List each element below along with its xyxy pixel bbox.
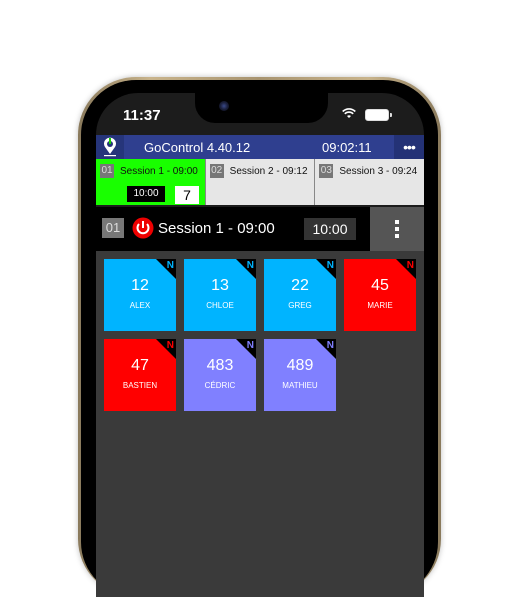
status-badge: N [406,260,414,271]
tab-label: Session 3 - 09:24 [339,166,418,177]
participant-number: 483 [206,357,234,374]
participant-name: MATHIEU [282,381,318,390]
camera-icon [219,101,229,111]
power-icon[interactable] [132,217,154,239]
phone-screen: 11:37 GoControl 4.40.12 09:02:11 ••• 01 … [96,93,424,597]
phone-frame: 11:37 GoControl 4.40.12 09:02:11 ••• 01 … [78,77,441,597]
participant-name: ALEX [129,301,151,310]
notch [195,93,328,123]
logo[interactable] [96,135,124,159]
status-badge: N [166,260,174,271]
participant-number: 12 [131,277,149,294]
wifi-icon [342,108,356,118]
participant-name: MARIE [367,301,393,310]
participant-name: BASTIEN [122,381,158,390]
status-badge: N [326,340,334,351]
participant-tile[interactable]: N 489 MATHIEU [264,339,336,411]
participant-tile[interactable]: N 483 CÉDRIC [184,339,256,411]
participant-number: 22 [291,277,309,294]
participant-name: GREG [288,301,312,310]
tab-label: Session 2 - 09:12 [229,166,308,177]
menu-dot [395,220,399,224]
session-title: Session 1 - 09:00 [158,220,275,237]
participant-tile[interactable]: N 22 GREG [264,259,336,331]
participant-name: CHLOE [206,301,234,310]
tab-number: 03 [319,164,334,178]
participant-tile[interactable]: N 13 CHLOE [184,259,256,331]
session-tab-2[interactable]: 02 Session 2 - 09:12 [205,159,316,205]
tab-number: 01 [100,164,114,178]
participant-tile[interactable]: N 12 ALEX [104,259,176,331]
battery-icon [365,109,392,121]
session-tabs: 01 Session 1 - 09:00 10:00 7 02 Session … [96,159,424,205]
kebab-menu-icon[interactable] [370,207,424,251]
tab-timer: 10:00 [127,186,165,202]
participant-number: 45 [371,277,389,294]
menu-dot [395,227,399,231]
participant-number: 489 [286,357,314,374]
status-badge: N [246,260,254,271]
tab-label: Session 1 - 09:00 [120,166,198,177]
participant-number: 13 [211,277,229,294]
participant-tile[interactable]: N 45 MARIE [344,259,416,331]
app-header: GoControl 4.40.12 09:02:11 ••• [96,135,424,159]
participant-name: CÉDRIC [204,381,236,390]
session-tab-1[interactable]: 01 Session 1 - 09:00 10:00 7 [96,159,206,205]
app-clock: 09:02:11 [322,140,372,155]
current-session-bar: 01 Session 1 - 09:00 10:00 [96,207,424,251]
status-badge: N [246,340,254,351]
menu-dot [395,234,399,238]
more-options-button[interactable]: ••• [394,135,424,159]
participants-grid: N 12 ALEX N 13 CHLOE N 22 GREG N 45 MARIE N 47 BASTIEN… [96,251,424,597]
status-badge: N [166,340,174,351]
tab-number: 02 [209,164,224,178]
status-time: 11:37 [123,107,161,124]
phone-bezel: 11:37 GoControl 4.40.12 09:02:11 ••• 01 … [81,80,438,597]
participant-number: 47 [131,357,149,374]
status-badge: N [326,260,334,271]
session-number: 01 [102,218,124,238]
session-timer[interactable]: 10:00 [304,218,356,240]
participant-tile[interactable]: N 47 BASTIEN [104,339,176,411]
app-title: GoControl 4.40.12 [144,140,251,155]
session-tab-3[interactable]: 03 Session 3 - 09:24 [315,159,424,205]
location-power-icon [104,137,116,157]
tab-count: 7 [175,186,199,204]
